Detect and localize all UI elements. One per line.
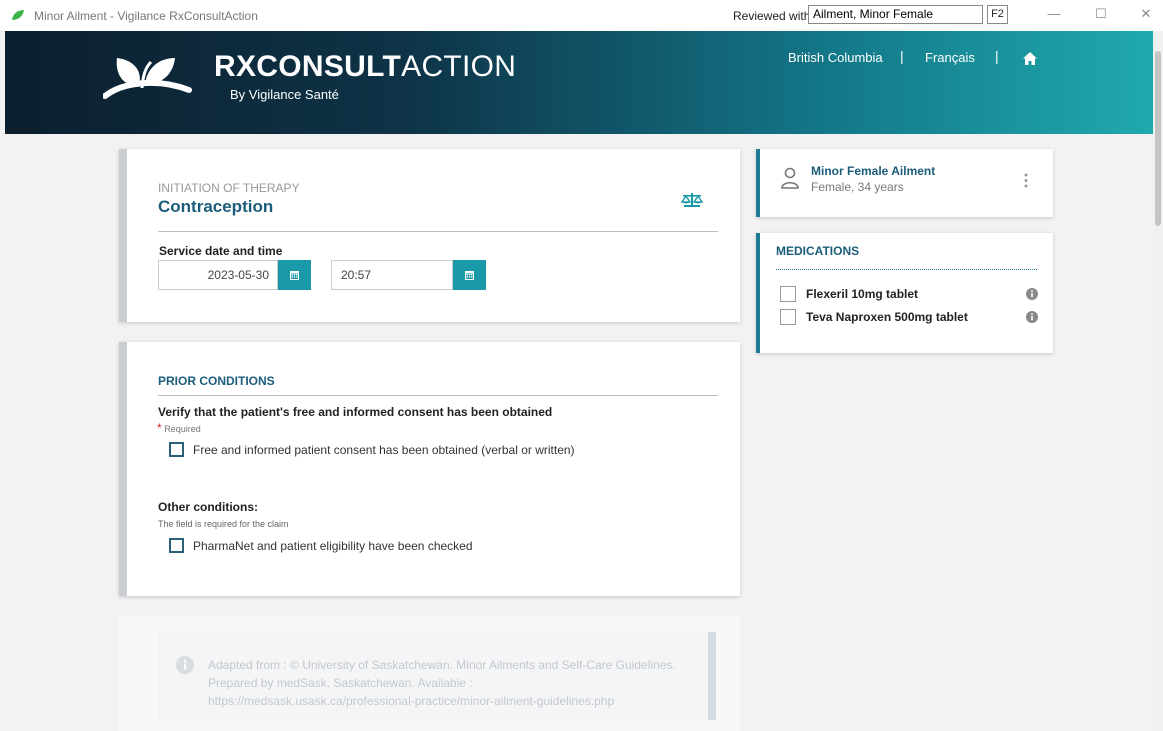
reference-line-2: Prepared by medSask. Saskatchewan. Avail… — [208, 676, 473, 690]
medications-title: MEDICATIONS — [776, 244, 860, 258]
more-options-icon[interactable] — [1024, 173, 1028, 188]
medication-checkbox[interactable] — [780, 286, 796, 302]
time-picker-button[interactable] — [453, 260, 486, 290]
other-conditions-title: Other conditions: — [158, 500, 258, 514]
medications-divider — [776, 269, 1037, 270]
f2-shortcut-button[interactable]: F2 — [987, 5, 1008, 24]
page-scrollbar[interactable] — [1153, 31, 1163, 731]
header-banner: RXCONSULTACTION By Vigilance Santé Briti… — [5, 31, 1153, 134]
prior-conditions-title: PRIOR CONDITIONS — [158, 374, 275, 388]
info-icon — [176, 656, 194, 674]
required-text: Required — [164, 424, 201, 434]
therapy-card: INITIATION OF THERAPY Contraception Serv… — [119, 149, 740, 322]
home-icon[interactable] — [1023, 52, 1037, 65]
medications-card: MEDICATIONS Flexeril 10mg tablet Teva Na… — [756, 233, 1053, 353]
therapy-title: Contraception — [158, 197, 274, 216]
brand-byline: By Vigilance Santé — [230, 87, 339, 102]
consent-question: Verify that the patient's free and infor… — [158, 405, 553, 419]
patient-card[interactable]: Minor Female Ailment Female, 34 years — [756, 149, 1053, 217]
nav-separator: | — [995, 48, 999, 64]
reference-line-3: https://medsask.usask.ca/professional-pr… — [208, 694, 615, 708]
balance-scale-icon[interactable] — [681, 192, 703, 208]
pharmanet-checkbox[interactable] — [169, 538, 184, 553]
reference-line-1: Adapted from : © University of Saskatche… — [208, 658, 676, 672]
reviewed-with-field[interactable]: Ailment, Minor Female — [808, 5, 983, 24]
required-indicator: * Required — [157, 421, 201, 435]
reference-note-card: Adapted from : © University of Saskatche… — [119, 616, 740, 731]
therapy-divider — [158, 231, 718, 232]
consent-checkbox-label[interactable]: Free and informed patient consent has be… — [193, 443, 575, 457]
service-date-label: Service date and time — [159, 244, 283, 258]
app-leaf-icon — [12, 10, 24, 20]
brand-logo-icon — [103, 58, 192, 99]
nav-separator: | — [900, 48, 904, 64]
prior-conditions-card: PRIOR CONDITIONS Verify that the patient… — [119, 342, 740, 596]
reviewed-with-label: Reviewed with — [733, 9, 811, 23]
service-time-input[interactable]: 20:57 — [331, 260, 453, 290]
user-icon — [781, 167, 799, 189]
date-picker-button[interactable] — [278, 260, 311, 290]
pharmanet-checkbox-label[interactable]: PharmaNet and patient eligibility have b… — [193, 539, 473, 553]
medication-label[interactable]: Teva Naproxen 500mg tablet — [806, 310, 968, 324]
calendar-icon — [465, 271, 474, 280]
prior-divider — [158, 395, 718, 396]
brand-bold: RXCONSULT — [214, 50, 402, 83]
info-icon[interactable] — [1026, 311, 1038, 323]
patient-name: Minor Female Ailment — [811, 164, 936, 178]
brand-light: ACTION — [401, 50, 517, 83]
therapy-kicker: INITIATION OF THERAPY — [158, 181, 300, 195]
medication-checkbox[interactable] — [780, 309, 796, 325]
close-button[interactable]: ✕ — [1136, 6, 1156, 22]
nav-province-link[interactable]: British Columbia — [788, 50, 883, 65]
brand-name: RXCONSULTACTION — [214, 50, 516, 84]
window-title: Minor Ailment - Vigilance RxConsultActio… — [34, 9, 258, 23]
nav-language-link[interactable]: Français — [925, 50, 975, 65]
patient-details: Female, 34 years — [811, 180, 904, 194]
other-conditions-help: The field is required for the claim — [158, 519, 289, 529]
info-icon[interactable] — [1026, 288, 1038, 300]
scrollbar-thumb[interactable] — [1155, 51, 1161, 226]
minimize-button[interactable]: — — [1044, 6, 1064, 21]
consent-checkbox[interactable] — [169, 442, 184, 457]
medication-label[interactable]: Flexeril 10mg tablet — [806, 287, 918, 301]
calendar-icon — [290, 271, 299, 280]
maximize-button[interactable]: ☐ — [1091, 6, 1111, 22]
service-date-input[interactable]: 2023-05-30 — [158, 260, 278, 290]
window-titlebar: Minor Ailment - Vigilance RxConsultActio… — [0, 0, 1163, 32]
required-star: * — [157, 421, 162, 435]
